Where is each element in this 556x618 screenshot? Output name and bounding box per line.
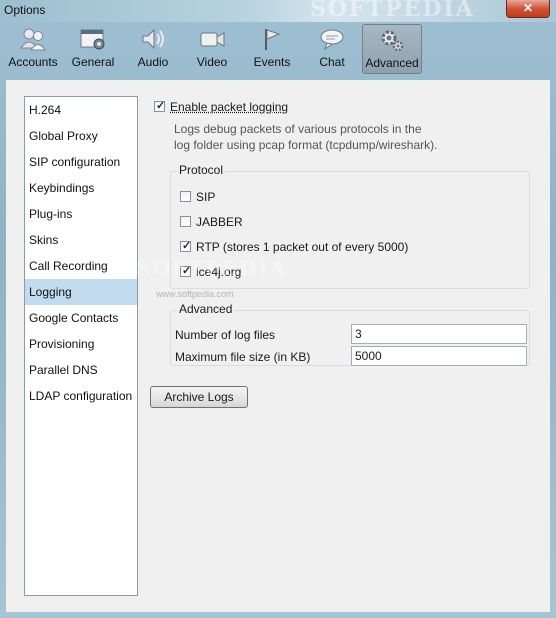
watermark-url: www.softpedia.com [156, 289, 234, 299]
tab-label: Video [196, 55, 228, 69]
tab-audio[interactable]: Audio [130, 24, 176, 72]
sidebar-item-skins[interactable]: Skins [25, 227, 137, 253]
tab-label: Accounts [8, 55, 58, 69]
tab-chat[interactable]: Chat [310, 24, 354, 72]
enable-logging-label[interactable]: Enable packet logging [170, 100, 288, 114]
sip-label[interactable]: SIP [196, 190, 215, 204]
tab-label: Audio [137, 55, 169, 69]
options-content: H.264 Global Proxy SIP configuration Key… [6, 80, 550, 612]
tab-label: General [71, 55, 115, 69]
sidebar-item-plug-ins[interactable]: Plug-ins [25, 201, 137, 227]
logging-description-line1: Logs debug packets of various protocols … [174, 122, 422, 136]
tab-label: Events [253, 55, 291, 69]
sidebar-item-ldap-configuration[interactable]: LDAP configuration [25, 383, 137, 409]
check-mark-icon: ✓ [156, 100, 166, 112]
sidebar-item-provisioning[interactable]: Provisioning [25, 331, 137, 357]
window-title: Options [4, 3, 46, 17]
watermark-top: SOFTPEDIA [310, 0, 475, 22]
rtp-checkbox[interactable]: ✓ [180, 240, 192, 252]
max-file-size-input[interactable]: 5000 [351, 346, 527, 366]
title-bar[interactable]: Options SOFTPEDIA ✕ [0, 0, 556, 22]
jabber-checkbox[interactable] [180, 216, 191, 227]
advanced-group-title: Advanced [177, 302, 235, 316]
tab-video[interactable]: Video [190, 24, 234, 72]
rtp-label[interactable]: RTP (stores 1 packet out of every 5000) [196, 240, 408, 254]
options-window: Options SOFTPEDIA ✕ Accounts General Aud… [0, 0, 556, 618]
watermark-center: SOFTPEDIA [136, 256, 288, 280]
general-icon [78, 26, 108, 52]
close-button[interactable]: ✕ [506, 0, 550, 18]
options-toolbar: Accounts General Audio Video Events Chat… [4, 24, 552, 74]
advanced-icon [377, 27, 407, 53]
jabber-label[interactable]: JABBER [196, 215, 243, 229]
audio-icon [138, 26, 168, 52]
tab-advanced[interactable]: Advanced [362, 24, 422, 74]
sidebar-item-call-recording[interactable]: Call Recording [25, 253, 137, 279]
sidebar-item-parallel-dns[interactable]: Parallel DNS [25, 357, 137, 383]
sidebar-item-google-contacts[interactable]: Google Contacts [25, 305, 137, 331]
log-files-label: Number of log files [175, 328, 276, 342]
protocol-group-title: Protocol [177, 163, 226, 177]
events-icon [257, 26, 287, 52]
sidebar-item-sip-configuration[interactable]: SIP configuration [25, 149, 137, 175]
tab-label: Chat [319, 55, 345, 69]
tab-label: Advanced [365, 56, 419, 70]
tab-accounts[interactable]: Accounts [6, 24, 60, 72]
log-files-input[interactable]: 3 [351, 324, 527, 344]
enable-logging-checkbox[interactable]: ✓ [154, 100, 166, 112]
sip-checkbox[interactable] [180, 191, 191, 202]
check-mark-icon: ✓ [182, 240, 192, 252]
sidebar-item-global-proxy[interactable]: Global Proxy [25, 123, 137, 149]
chat-icon [317, 26, 347, 52]
logging-description-line2: log folder using pcap format (tcpdump/wi… [174, 138, 438, 152]
sidebar-item-keybindings[interactable]: Keybindings [25, 175, 137, 201]
sidebar-item-logging[interactable]: Logging [25, 279, 137, 305]
tab-events[interactable]: Events [248, 24, 296, 72]
archive-logs-button[interactable]: Archive Logs [150, 386, 248, 408]
advanced-sidebar: H.264 Global Proxy SIP configuration Key… [24, 96, 138, 596]
tab-general[interactable]: General [68, 24, 118, 72]
max-file-size-label: Maximum file size (in KB) [175, 350, 311, 364]
video-icon [197, 26, 227, 52]
sidebar-item-h264[interactable]: H.264 [25, 97, 137, 123]
accounts-icon [18, 26, 48, 52]
